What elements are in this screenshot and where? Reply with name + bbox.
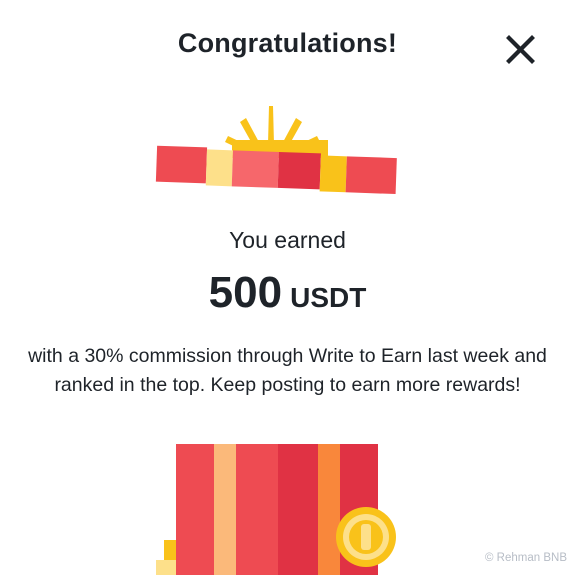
reward-amount: 500 USDT xyxy=(0,268,575,318)
gift-box-icon xyxy=(156,444,396,575)
dialog-title: Congratulations! xyxy=(177,28,398,58)
amount-value: 500 xyxy=(208,268,283,317)
close-button[interactable] xyxy=(502,32,538,68)
close-icon xyxy=(506,35,535,64)
reward-dialog: Congratulations! You earned 500 USDT wit… xyxy=(0,0,575,575)
coin-icon xyxy=(336,507,396,567)
earned-label: You earned xyxy=(229,227,346,253)
watermark-text: © Rehman BNB xyxy=(485,552,567,564)
gift-lid-with-bow-icon xyxy=(155,106,397,195)
amount-currency: USDT xyxy=(290,282,367,313)
reward-description: with a 30% commission through Write to E… xyxy=(28,345,547,396)
